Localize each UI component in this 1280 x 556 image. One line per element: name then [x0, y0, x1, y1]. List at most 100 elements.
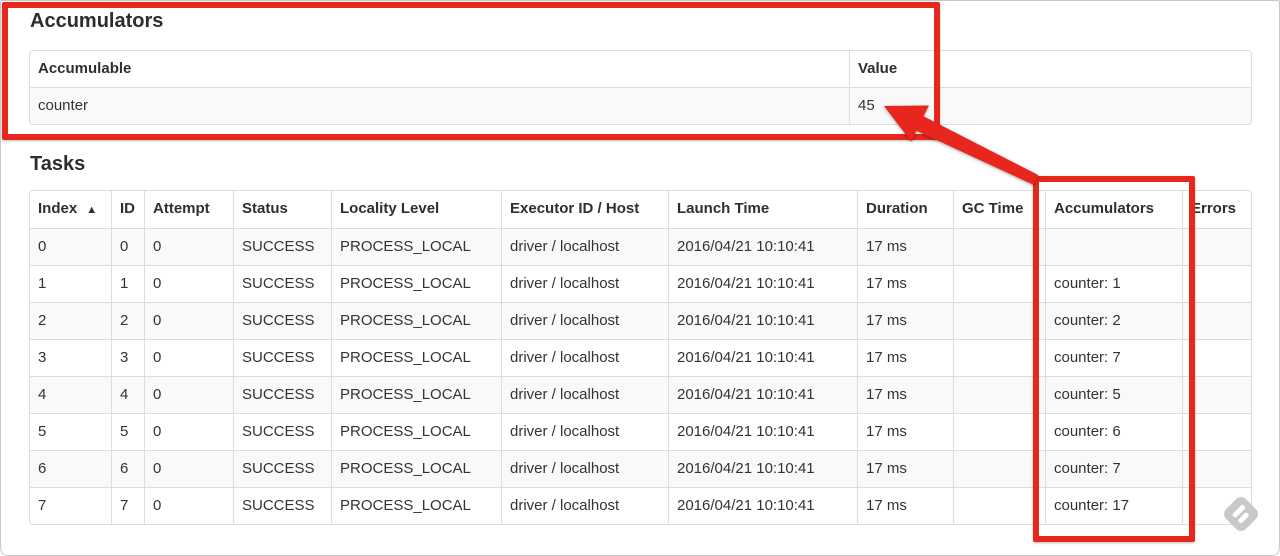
gc-time-cell [953, 265, 1045, 302]
launch-time-cell: 2016/04/21 10:10:41 [668, 339, 857, 376]
index-cell: 1 [30, 265, 111, 302]
locality-cell: PROCESS_LOCAL [331, 376, 501, 413]
accumulators-cell [1045, 228, 1182, 265]
launch-time-cell: 2016/04/21 10:10:41 [668, 413, 857, 450]
id-cell: 0 [111, 228, 144, 265]
id-cell: 2 [111, 302, 144, 339]
locality-cell: PROCESS_LOCAL [331, 487, 501, 524]
attempt-cell: 0 [144, 228, 233, 265]
duration-cell: 17 ms [857, 450, 953, 487]
accumulators-cell: counter: 7 [1045, 450, 1182, 487]
executor-cell: driver / localhost [501, 339, 668, 376]
column-header-gc-time[interactable]: GC Time [953, 191, 1045, 228]
column-header-locality[interactable]: Locality Level [331, 191, 501, 228]
gc-time-cell [953, 376, 1045, 413]
status-cell: SUCCESS [233, 228, 331, 265]
attempt-cell: 0 [144, 302, 233, 339]
duration-cell: 17 ms [857, 265, 953, 302]
attempt-cell: 0 [144, 265, 233, 302]
attempt-cell: 0 [144, 487, 233, 524]
errors-cell [1182, 265, 1251, 302]
column-header-launch-time[interactable]: Launch Time [668, 191, 857, 228]
executor-cell: driver / localhost [501, 487, 668, 524]
accumulators-cell: counter: 5 [1045, 376, 1182, 413]
executor-cell: driver / localhost [501, 265, 668, 302]
sort-asc-icon: ▲ [86, 204, 98, 216]
accumulator-row: counter 45 [30, 87, 1251, 124]
id-cell: 5 [111, 413, 144, 450]
index-cell: 5 [30, 413, 111, 450]
column-header-id[interactable]: ID [111, 191, 144, 228]
status-cell: SUCCESS [233, 487, 331, 524]
duration-cell: 17 ms [857, 339, 953, 376]
accumulators-cell: counter: 6 [1045, 413, 1182, 450]
locality-cell: PROCESS_LOCAL [331, 450, 501, 487]
index-cell: 6 [30, 450, 111, 487]
index-cell: 0 [30, 228, 111, 265]
id-cell: 1 [111, 265, 144, 302]
accumulators-cell: counter: 17 [1045, 487, 1182, 524]
status-cell: SUCCESS [233, 265, 331, 302]
locality-cell: PROCESS_LOCAL [331, 228, 501, 265]
attempt-cell: 0 [144, 376, 233, 413]
status-cell: SUCCESS [233, 376, 331, 413]
errors-cell [1182, 302, 1251, 339]
duration-cell: 17 ms [857, 228, 953, 265]
column-header-index-label: Index [38, 200, 78, 217]
status-cell: SUCCESS [233, 302, 331, 339]
tasks-section-title: Tasks [30, 153, 86, 175]
gc-time-cell [953, 413, 1045, 450]
locality-cell: PROCESS_LOCAL [331, 339, 501, 376]
column-header-value: Value [849, 51, 1251, 87]
table-row: 4 4 0 SUCCESS PROCESS_LOCAL driver / loc… [30, 376, 1251, 413]
column-header-errors[interactable]: Errors [1182, 191, 1251, 228]
executor-cell: driver / localhost [501, 228, 668, 265]
id-cell: 4 [111, 376, 144, 413]
id-cell: 3 [111, 339, 144, 376]
duration-cell: 17 ms [857, 376, 953, 413]
executor-cell: driver / localhost [501, 376, 668, 413]
column-header-accumulators[interactable]: Accumulators [1045, 191, 1182, 228]
errors-cell [1182, 413, 1251, 450]
index-cell: 2 [30, 302, 111, 339]
column-header-accumulable: Accumulable [38, 60, 132, 77]
index-cell: 3 [30, 339, 111, 376]
column-header-executor[interactable]: Executor ID / Host [501, 191, 668, 228]
index-cell: 7 [30, 487, 111, 524]
table-row: 5 5 0 SUCCESS PROCESS_LOCAL driver / loc… [30, 413, 1251, 450]
column-header-index[interactable]: Index ▲ [30, 191, 111, 228]
accumulators-cell: counter: 7 [1045, 339, 1182, 376]
duration-cell: 17 ms [857, 302, 953, 339]
column-header-attempt[interactable]: Attempt [144, 191, 233, 228]
column-header-status[interactable]: Status [233, 191, 331, 228]
accumulators-cell: counter: 2 [1045, 302, 1182, 339]
locality-cell: PROCESS_LOCAL [331, 265, 501, 302]
duration-cell: 17 ms [857, 413, 953, 450]
launch-time-cell: 2016/04/21 10:10:41 [668, 450, 857, 487]
locality-cell: PROCESS_LOCAL [331, 413, 501, 450]
launch-time-cell: 2016/04/21 10:10:41 [668, 487, 857, 524]
gc-time-cell [953, 302, 1045, 339]
launch-time-cell: 2016/04/21 10:10:41 [668, 265, 857, 302]
gc-time-cell [953, 339, 1045, 376]
launch-time-cell: 2016/04/21 10:10:41 [668, 228, 857, 265]
table-row: 7 7 0 SUCCESS PROCESS_LOCAL driver / loc… [30, 487, 1251, 524]
errors-cell [1182, 339, 1251, 376]
status-cell: SUCCESS [233, 413, 331, 450]
executor-cell: driver / localhost [501, 302, 668, 339]
accumulators-table: Accumulable Value counter 45 [29, 50, 1252, 125]
gc-time-cell [953, 228, 1045, 265]
errors-cell [1182, 376, 1251, 413]
accumulators-section-title: Accumulators [30, 10, 164, 32]
accumulators-header-row: Accumulable Value [30, 51, 1251, 87]
launch-time-cell: 2016/04/21 10:10:41 [668, 376, 857, 413]
table-row: 0 0 0 SUCCESS PROCESS_LOCAL driver / loc… [30, 228, 1251, 265]
status-cell: SUCCESS [233, 450, 331, 487]
column-header-duration[interactable]: Duration [857, 191, 953, 228]
gc-time-cell [953, 487, 1045, 524]
errors-cell [1182, 228, 1251, 265]
table-row: 2 2 0 SUCCESS PROCESS_LOCAL driver / loc… [30, 302, 1251, 339]
duration-cell: 17 ms [857, 487, 953, 524]
accumulable-value-cell: 45 [849, 87, 1251, 124]
status-cell: SUCCESS [233, 339, 331, 376]
